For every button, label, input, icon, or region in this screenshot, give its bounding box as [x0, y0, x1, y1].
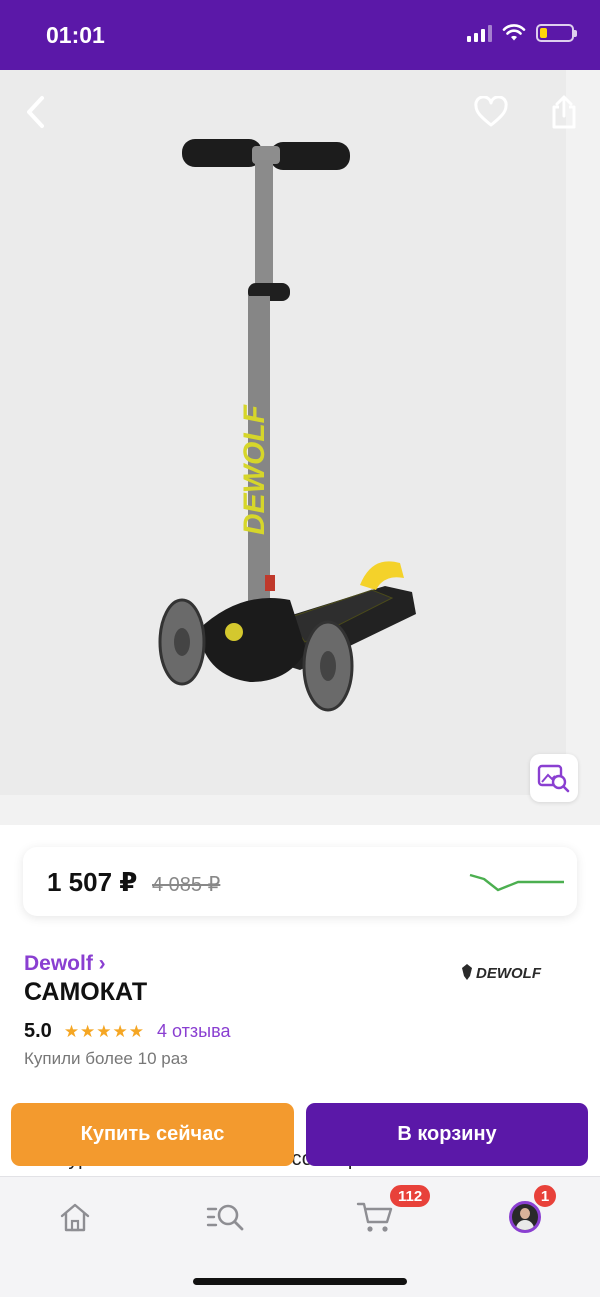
- image-search-button[interactable]: [530, 754, 578, 802]
- brand-link[interactable]: Dewolf ›: [24, 952, 106, 976]
- profile-badge: 1: [532, 1183, 558, 1209]
- rating-stars: ★★★★★: [63, 1021, 146, 1041]
- back-button[interactable]: [14, 90, 58, 134]
- home-icon: [60, 1203, 90, 1232]
- brand-logo-text: DEWOLF: [476, 965, 542, 982]
- favorite-button[interactable]: [469, 90, 513, 134]
- status-icons: [467, 24, 577, 42]
- product-title: САМОКАТ: [24, 978, 148, 1006]
- heart-outline-icon: [474, 96, 508, 127]
- tab-catalog[interactable]: [200, 1195, 250, 1239]
- share-button[interactable]: [542, 90, 586, 134]
- product-image[interactable]: DEWOLF: [0, 70, 600, 825]
- current-price: 1 507 ₽: [47, 867, 138, 897]
- catalog-search-icon: [206, 1204, 244, 1231]
- wifi-icon: [502, 24, 526, 41]
- chevron-left-icon: [27, 96, 44, 128]
- status-bar: 01:01: [0, 0, 600, 70]
- cart-badge: 112: [388, 1183, 433, 1209]
- cart-icon: [356, 1202, 393, 1232]
- price-history-graph-icon: [469, 873, 564, 892]
- tab-home[interactable]: [50, 1195, 100, 1239]
- scooter-illustration: DEWOLF: [158, 139, 416, 712]
- price-card[interactable]: 1 507 ₽ 4 085 ₽: [23, 847, 577, 916]
- scooter-brand-text: DEWOLF: [238, 404, 271, 535]
- home-indicator: [193, 1278, 407, 1285]
- rating-value: 5.0: [24, 1020, 52, 1042]
- status-time: 01:01: [46, 22, 105, 48]
- brand-logo: DEWOLF: [462, 964, 542, 982]
- cellular-signal-icon: [467, 24, 492, 42]
- buy-now-button[interactable]: Купить сейчас: [11, 1103, 294, 1166]
- rating-row: 5.0 ★★★★★ 4 отзыва: [24, 1020, 230, 1043]
- image-search-icon: [537, 764, 570, 793]
- reviews-link[interactable]: 4 отзыва: [157, 1021, 230, 1042]
- bought-count: Купили более 10 раз: [24, 1049, 188, 1068]
- share-icon: [552, 95, 576, 129]
- old-price: 4 085 ₽: [152, 874, 221, 896]
- battery-low-icon: [536, 24, 577, 42]
- add-to-cart-button[interactable]: В корзину: [306, 1103, 588, 1166]
